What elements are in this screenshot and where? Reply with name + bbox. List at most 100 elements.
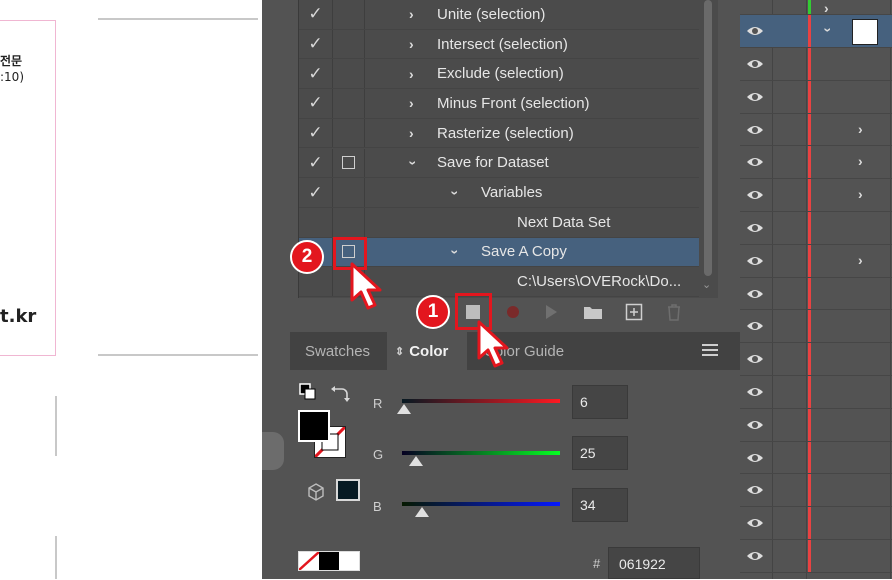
layer-row[interactable]: › xyxy=(740,113,892,147)
new-action-icon[interactable] xyxy=(623,302,645,322)
action-row-unite[interactable]: ✓ › Unite (selection) xyxy=(299,0,699,30)
b-value-input[interactable]: 34 xyxy=(572,488,628,522)
layer-row[interactable] xyxy=(740,408,892,442)
black-swatch[interactable] xyxy=(319,552,339,570)
layer-row[interactable] xyxy=(740,474,892,508)
eye-icon[interactable] xyxy=(746,219,764,237)
chevron-down-icon[interactable]: › xyxy=(820,28,836,33)
eye-icon[interactable] xyxy=(746,383,764,401)
eye-icon[interactable] xyxy=(746,88,764,106)
folder-icon[interactable] xyxy=(582,302,604,322)
chevron-right-icon[interactable]: › xyxy=(858,186,863,202)
eye-icon[interactable] xyxy=(746,121,764,139)
eye-icon[interactable] xyxy=(746,449,764,467)
g-slider[interactable] xyxy=(402,451,560,455)
none-swatch[interactable] xyxy=(298,551,320,571)
check-icon[interactable]: ✓ xyxy=(299,0,333,29)
dialog-toggle[interactable] xyxy=(333,0,365,29)
layer-row[interactable] xyxy=(740,48,892,81)
dialog-toggle[interactable] xyxy=(333,207,365,237)
layer-row[interactable] xyxy=(740,310,892,344)
action-row-exclude[interactable]: ✓ › Exclude (selection) xyxy=(299,59,699,90)
layer-row[interactable]: › xyxy=(740,146,892,180)
layer-row[interactable] xyxy=(740,441,892,475)
chevron-down-icon[interactable]: › xyxy=(447,250,463,255)
layer-row[interactable]: › xyxy=(740,244,892,278)
layer-row[interactable] xyxy=(740,212,892,245)
chevron-down-icon[interactable]: › xyxy=(405,161,421,166)
white-swatch[interactable] xyxy=(339,552,359,570)
web-safe-swatch[interactable] xyxy=(336,479,360,501)
check-icon[interactable]: ✓ xyxy=(299,59,333,89)
check-icon[interactable]: ✓ xyxy=(299,29,333,59)
scroll-down-icon[interactable]: ⌄ xyxy=(702,278,711,291)
action-row-variables[interactable]: ✓ › Variables xyxy=(299,178,699,208)
dialog-toggle[interactable] xyxy=(333,29,365,59)
layer-row[interactable] xyxy=(740,540,892,573)
check-icon[interactable]: ✓ xyxy=(299,118,333,148)
eye-icon[interactable] xyxy=(746,514,764,532)
layer-row-partial[interactable]: › xyxy=(740,0,892,16)
actions-scrollbar[interactable]: ⌄ xyxy=(699,0,717,298)
eye-icon[interactable] xyxy=(746,350,764,368)
layer-row[interactable] xyxy=(740,343,892,376)
eye-icon[interactable] xyxy=(746,22,764,40)
trash-icon[interactable] xyxy=(663,302,685,322)
panel-collapse-handle[interactable] xyxy=(262,432,284,470)
chevron-right-icon[interactable]: › xyxy=(858,153,863,169)
g-value-input[interactable]: 25 xyxy=(572,436,628,470)
b-slider-thumb[interactable] xyxy=(415,507,429,517)
layer-row[interactable] xyxy=(740,80,892,114)
dialog-toggle[interactable] xyxy=(333,148,365,178)
hex-value-input[interactable]: 061922 xyxy=(608,547,700,579)
scroll-thumb[interactable] xyxy=(704,0,712,276)
action-row-rasterize[interactable]: ✓ › Rasterize (selection) xyxy=(299,118,699,149)
g-slider-thumb[interactable] xyxy=(409,456,423,466)
eye-icon[interactable] xyxy=(746,317,764,335)
action-row-next-data-set[interactable]: Next Data Set xyxy=(299,207,699,238)
r-slider-thumb[interactable] xyxy=(397,404,411,414)
r-slider[interactable] xyxy=(402,399,560,403)
tab-color[interactable]: ⇕ Color xyxy=(387,332,467,370)
chevron-right-icon[interactable]: › xyxy=(409,36,414,52)
eye-icon[interactable] xyxy=(746,285,764,303)
chevron-right-icon[interactable]: › xyxy=(858,252,863,268)
eye-icon[interactable] xyxy=(746,481,764,499)
dialog-toggle[interactable] xyxy=(333,89,365,118)
chevron-right-icon[interactable]: › xyxy=(824,0,829,16)
fill-swatch[interactable] xyxy=(298,410,330,442)
chevron-right-icon[interactable]: › xyxy=(858,121,863,137)
eye-icon[interactable] xyxy=(746,252,764,270)
chevron-down-icon[interactable]: › xyxy=(447,190,463,195)
swap-colors-icon[interactable] xyxy=(330,383,350,403)
action-row-minus-front[interactable]: ✓ › Minus Front (selection) xyxy=(299,89,699,119)
action-row-intersect[interactable]: ✓ › Intersect (selection) xyxy=(299,29,699,60)
layer-row[interactable] xyxy=(740,376,892,409)
check-icon[interactable]: ✓ xyxy=(299,148,333,178)
eye-icon[interactable] xyxy=(746,416,764,434)
eye-icon[interactable] xyxy=(746,547,764,565)
chevron-right-icon[interactable]: › xyxy=(409,125,414,141)
panel-menu-icon[interactable] xyxy=(702,344,718,358)
tab-swatches[interactable]: Swatches xyxy=(290,332,386,370)
check-icon[interactable]: ✓ xyxy=(299,178,333,207)
action-row-save-for-dataset[interactable]: ✓ › Save for Dataset xyxy=(299,148,699,179)
check-cell[interactable] xyxy=(299,207,333,237)
eye-icon[interactable] xyxy=(746,55,764,73)
chevron-right-icon[interactable]: › xyxy=(409,66,414,82)
out-of-gamut-icon[interactable] xyxy=(306,482,326,502)
eye-icon[interactable] xyxy=(746,186,764,204)
layer-row-selected[interactable]: › xyxy=(740,15,892,48)
play-icon[interactable] xyxy=(540,302,562,322)
b-slider[interactable] xyxy=(402,502,560,506)
chevron-right-icon[interactable]: › xyxy=(409,95,414,111)
dialog-toggle[interactable] xyxy=(333,178,365,207)
record-icon[interactable] xyxy=(502,302,524,322)
chevron-right-icon[interactable]: › xyxy=(409,6,414,22)
eye-icon[interactable] xyxy=(746,153,764,171)
r-value-input[interactable]: 6 xyxy=(572,385,628,419)
layer-row[interactable] xyxy=(740,277,892,311)
dialog-toggle[interactable] xyxy=(333,118,365,148)
layer-row[interactable]: › xyxy=(740,179,892,212)
default-colors-icon[interactable] xyxy=(299,383,317,401)
